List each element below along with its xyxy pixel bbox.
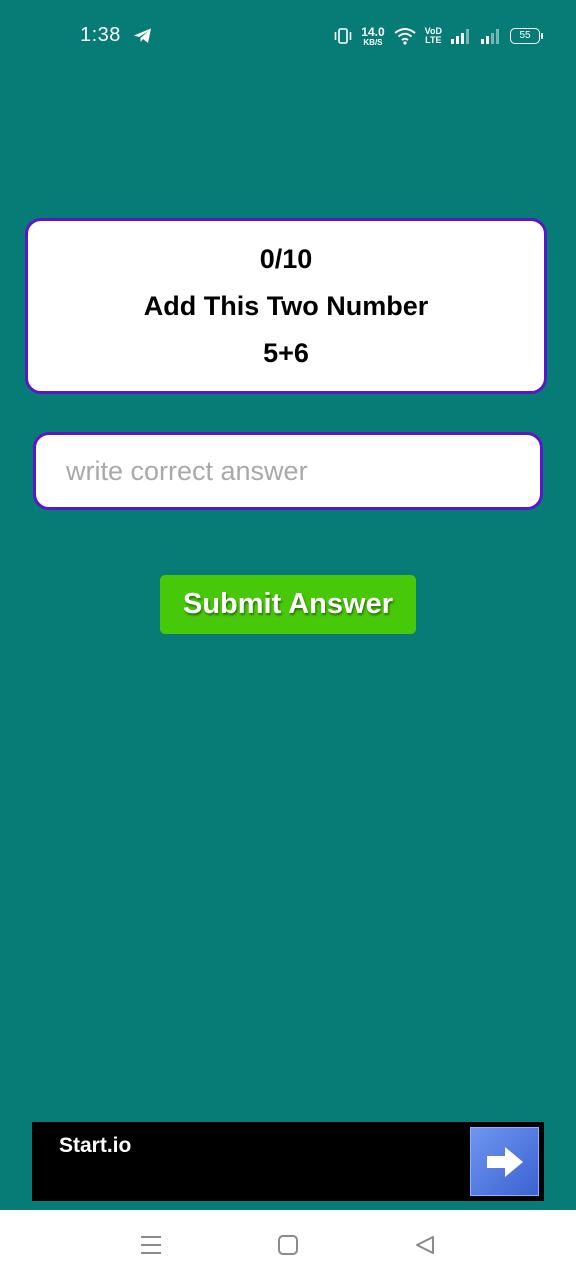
signal-icon [481,29,499,44]
arrow-right-icon [486,1146,523,1177]
nav-home-button[interactable] [248,1210,328,1280]
status-icons: 14.0 KB/S VoD LTE 55 [333,22,543,50]
net-speed: 14.0 KB/S [361,26,384,47]
nav-back-button[interactable] [385,1210,465,1280]
ad-brand-label: Start.io [59,1134,132,1157]
ad-arrow-button[interactable] [470,1127,539,1196]
vibrate-icon [334,28,352,44]
progress-counter: 0/10 [259,243,313,274]
volte-bottom: LTE [425,35,442,45]
volte-indicator: VoD LTE [425,27,442,45]
ad-banner[interactable]: Start.io [32,1122,544,1201]
question-text: 5+6 [263,337,309,368]
nav-menu-button[interactable] [111,1210,191,1280]
home-icon [278,1235,298,1255]
signal-icon [451,29,469,44]
battery-icon: 55 [510,28,543,44]
status-bar: 1:38 14.0 KB/S VoD LTE 55 [0,0,576,72]
submit-answer-button[interactable]: Submit Answer [160,575,416,634]
instruction-text: Add This Two Number [143,290,429,321]
nav-bar [0,1210,576,1280]
question-card: 0/10 Add This Two Number 5+6 [25,218,547,394]
net-speed-value: 14.0 [361,24,385,39]
wifi-icon [394,28,416,45]
back-icon [416,1236,434,1254]
net-speed-unit: KB/S [363,37,383,47]
telegram-icon [134,28,151,43]
menu-icon [141,1236,161,1254]
status-time: 1:38 [80,24,121,46]
answer-input[interactable] [33,432,543,510]
